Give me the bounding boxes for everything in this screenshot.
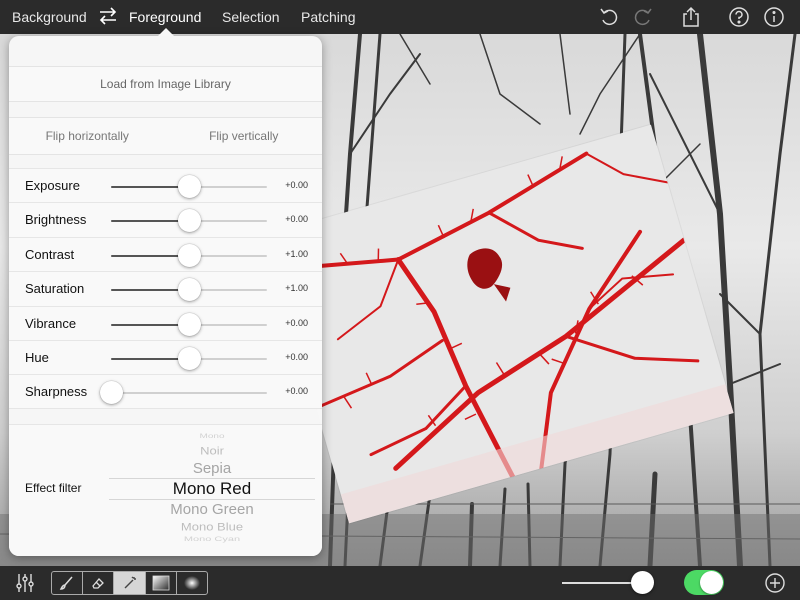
help-icon[interactable] [728,6,750,28]
slider-value: +0.00 [285,351,308,362]
saturation-slider[interactable] [111,278,267,302]
brush-size-knob[interactable] [631,571,654,594]
picker-option[interactable]: Noir [109,444,315,457]
slider-knob[interactable] [178,209,201,233]
flip-vertically-button[interactable]: Flip vertically [166,118,323,154]
tab-background[interactable]: Background [12,9,87,25]
adjustments-icon[interactable] [14,572,36,594]
effect-filter-label: Effect filter [25,481,82,495]
contrast-slider[interactable] [111,243,267,267]
slider-value: +0.00 [285,317,308,328]
picker-option[interactable]: Mono Green [109,501,315,518]
slider-knob[interactable] [178,346,201,370]
slider-value: +0.00 [285,180,308,190]
slider-row-vibrance: Vibrance +0.00 [9,305,322,340]
picker-option[interactable]: Mono Blue [109,520,315,533]
bottom-toolbar [0,566,800,600]
slider-knob[interactable] [178,243,201,267]
picker-option[interactable]: Mono [109,433,315,440]
gradient-icon[interactable] [146,572,177,594]
toggle-knob [700,571,723,594]
slider-knob[interactable] [178,312,201,336]
tab-patching[interactable]: Patching [301,9,355,25]
slider-row-contrast: Contrast +1.00 [9,236,322,272]
radial-gradient-icon[interactable] [177,572,207,594]
swap-icon[interactable] [97,5,119,27]
share-icon[interactable] [680,6,702,28]
slider-knob[interactable] [100,381,123,405]
hue-slider[interactable] [111,346,267,370]
slider-row-brightness: Brightness +0.00 [9,202,322,237]
slider-label: Hue [25,349,49,365]
redo-icon[interactable] [632,6,654,28]
add-icon[interactable] [764,572,786,594]
visibility-toggle[interactable] [684,570,724,595]
slider-row-exposure: Exposure +0.00 [9,168,322,203]
slider-value: +1.00 [285,248,308,259]
slider-value: +0.00 [285,214,308,225]
slider-row-hue: Hue +0.00 [9,339,322,375]
exposure-slider[interactable] [111,175,267,198]
slider-knob[interactable] [178,278,201,302]
picker-selected-option[interactable]: Mono Red [109,479,315,499]
effect-filter-row: Effect filter Mono Noir Sepia Mono Red M… [9,424,322,556]
top-toolbar: Background Foreground Selection Patching [0,0,800,34]
picker-option[interactable]: Mono Cyan [109,535,315,542]
effect-filter-picker[interactable]: Mono Noir Sepia Mono Red Mono Green Mono… [109,425,315,556]
slider-value: +0.00 [285,386,308,397]
tab-selection[interactable]: Selection [222,9,280,25]
foreground-adjustments-panel: Load from Image Library Flip horizontall… [9,36,322,556]
vibrance-slider[interactable] [111,312,267,336]
adjustment-sliders: Exposure +0.00 Brightness +0.00 Contrast… [9,168,322,409]
slider-row-sharpness: Sharpness +0.00 [9,374,322,409]
brightness-slider[interactable] [111,209,267,233]
slider-row-saturation: Saturation +1.00 [9,271,322,306]
slider-label: Sharpness [25,384,88,400]
slider-label: Contrast [25,246,75,262]
flip-row: Flip horizontally Flip vertically [9,117,322,155]
picker-divider [109,499,315,500]
brush-icon[interactable] [52,572,84,594]
slider-label: Saturation [25,281,85,297]
slider-label: Vibrance [25,315,77,331]
slider-value: +1.00 [285,283,308,294]
magic-wand-icon[interactable] [114,572,146,594]
picker-option[interactable]: Sepia [109,460,315,477]
eraser-icon[interactable] [83,572,115,594]
flip-horizontally-button[interactable]: Flip horizontally [9,118,166,154]
sharpness-slider[interactable] [100,381,267,405]
slider-label: Exposure [25,178,80,193]
load-from-library-button[interactable]: Load from Image Library [9,66,322,102]
tool-selector [51,571,208,595]
tab-foreground[interactable]: Foreground [129,9,201,25]
popover-arrow [158,28,174,36]
slider-label: Brightness [25,212,87,228]
info-icon[interactable] [763,6,785,28]
undo-icon[interactable] [598,6,620,28]
brush-size-slider[interactable] [562,571,654,594]
slider-knob[interactable] [178,175,201,198]
